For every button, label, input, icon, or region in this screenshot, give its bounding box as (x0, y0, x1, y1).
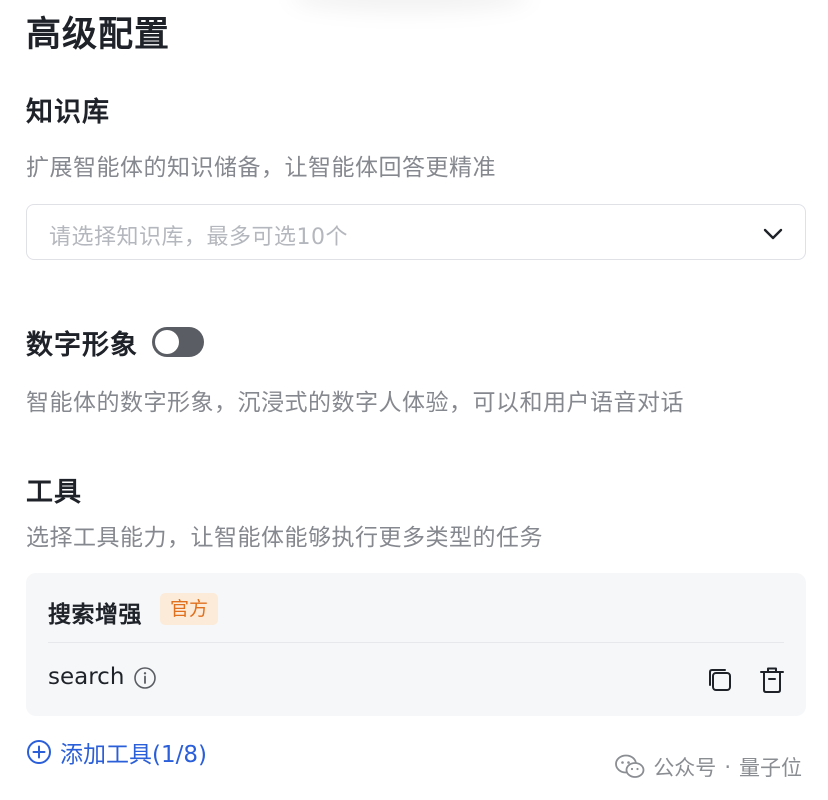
tools-title: 工具 (26, 477, 82, 508)
chevron-down-icon[interactable] (761, 222, 785, 246)
wechat-icon (615, 754, 645, 778)
page-title: 高级配置 (26, 15, 171, 55)
toggle-knob (155, 330, 179, 354)
digital-avatar-description: 智能体的数字形象，沉浸式的数字人体验，可以和用户语音对话 (26, 390, 684, 416)
add-tool-button[interactable]: 添加工具(1/8) (26, 736, 207, 768)
tool-api-name: search (48, 664, 125, 690)
knowledge-base-select-placeholder: 请选择知识库，最多可选10个 (49, 225, 348, 250)
tool-card: 搜索增强 官方 search (26, 573, 806, 716)
copy-icon[interactable] (706, 666, 734, 694)
digital-avatar-toggle[interactable] (152, 327, 204, 357)
watermark-separator: · (724, 755, 731, 779)
tools-description: 选择工具能力，让智能体能够执行更多类型的任务 (26, 525, 543, 551)
official-badge: 官方 (160, 593, 219, 625)
tool-name: 搜索增强 (48, 602, 142, 628)
info-icon[interactable] (133, 666, 157, 690)
add-tool-label: 添加工具(1/8) (60, 742, 207, 768)
plus-circle-icon (27, 740, 51, 764)
knowledge-base-description: 扩展智能体的知识储备，让智能体回答更精准 (26, 155, 496, 181)
watermark-brand: 公众号 (653, 756, 717, 780)
digital-avatar-row: 数字形象 (26, 322, 204, 362)
watermark-name: 量子位 (739, 756, 802, 780)
knowledge-base-select[interactable]: 请选择知识库，最多可选10个 (26, 204, 806, 260)
delete-icon[interactable] (758, 665, 786, 695)
digital-avatar-title: 数字形象 (26, 329, 138, 361)
top-shadow (290, 0, 530, 12)
watermark: 公众号 · 量子位 (615, 752, 802, 782)
tool-card-divider (48, 642, 784, 643)
knowledge-base-title: 知识库 (26, 97, 110, 128)
